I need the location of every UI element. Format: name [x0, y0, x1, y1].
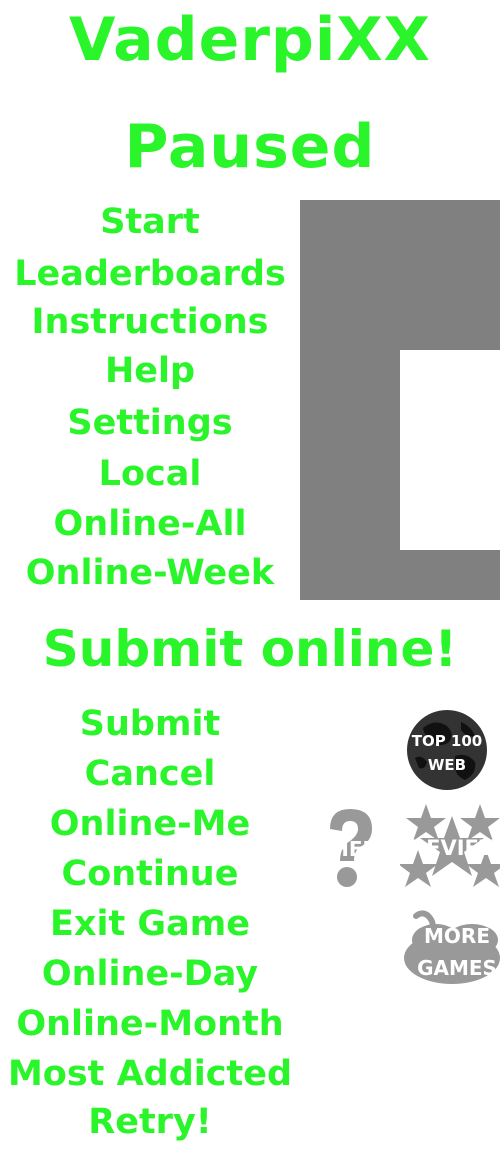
- menu-online-month[interactable]: Online-Month: [0, 1007, 300, 1042]
- help-icon-button[interactable]: HELP: [322, 805, 400, 890]
- menu-online-week[interactable]: Online-Week: [0, 556, 300, 591]
- menu-online-day[interactable]: Online-Day: [0, 957, 300, 992]
- menu-online-me[interactable]: Online-Me: [0, 807, 300, 842]
- menu-local[interactable]: Local: [0, 457, 300, 492]
- menu-most-addicted[interactable]: Most Addicted: [0, 1057, 300, 1092]
- menu-continue[interactable]: Continue: [0, 857, 300, 892]
- menu-cancel[interactable]: Cancel: [0, 757, 300, 792]
- help-icon-label: HELP: [332, 837, 390, 861]
- game-title: VaderpiXX: [69, 5, 431, 75]
- more-games-line1: MORE: [424, 924, 490, 948]
- menu-submit[interactable]: Submit: [0, 707, 300, 742]
- globe-icon: [407, 710, 487, 790]
- menu-start[interactable]: Start: [0, 205, 300, 240]
- menu-instructions[interactable]: Instructions: [0, 305, 300, 340]
- review-label: REVIEW: [409, 836, 500, 860]
- menu-help[interactable]: Help: [0, 354, 300, 389]
- game-preview-cutout: [400, 350, 500, 550]
- review-button[interactable]: REVIEW: [400, 802, 500, 890]
- paused-label: Paused: [124, 112, 376, 182]
- menu-retry[interactable]: Retry!: [0, 1105, 300, 1140]
- top100-line1: TOP 100: [411, 732, 483, 750]
- menu-leaderboards[interactable]: Leaderboards: [0, 257, 300, 292]
- submit-online-heading: Submit online!: [42, 620, 458, 678]
- menu-online-all[interactable]: Online-All: [0, 507, 300, 542]
- more-games-line2: GAMES: [417, 956, 497, 980]
- more-games-button[interactable]: MORE GAMES: [402, 908, 500, 988]
- top100-web-button[interactable]: TOP 100 WEB: [405, 708, 489, 792]
- top100-line2: WEB: [427, 756, 467, 774]
- menu-exit-game[interactable]: Exit Game: [0, 907, 300, 942]
- menu-settings[interactable]: Settings: [0, 406, 300, 441]
